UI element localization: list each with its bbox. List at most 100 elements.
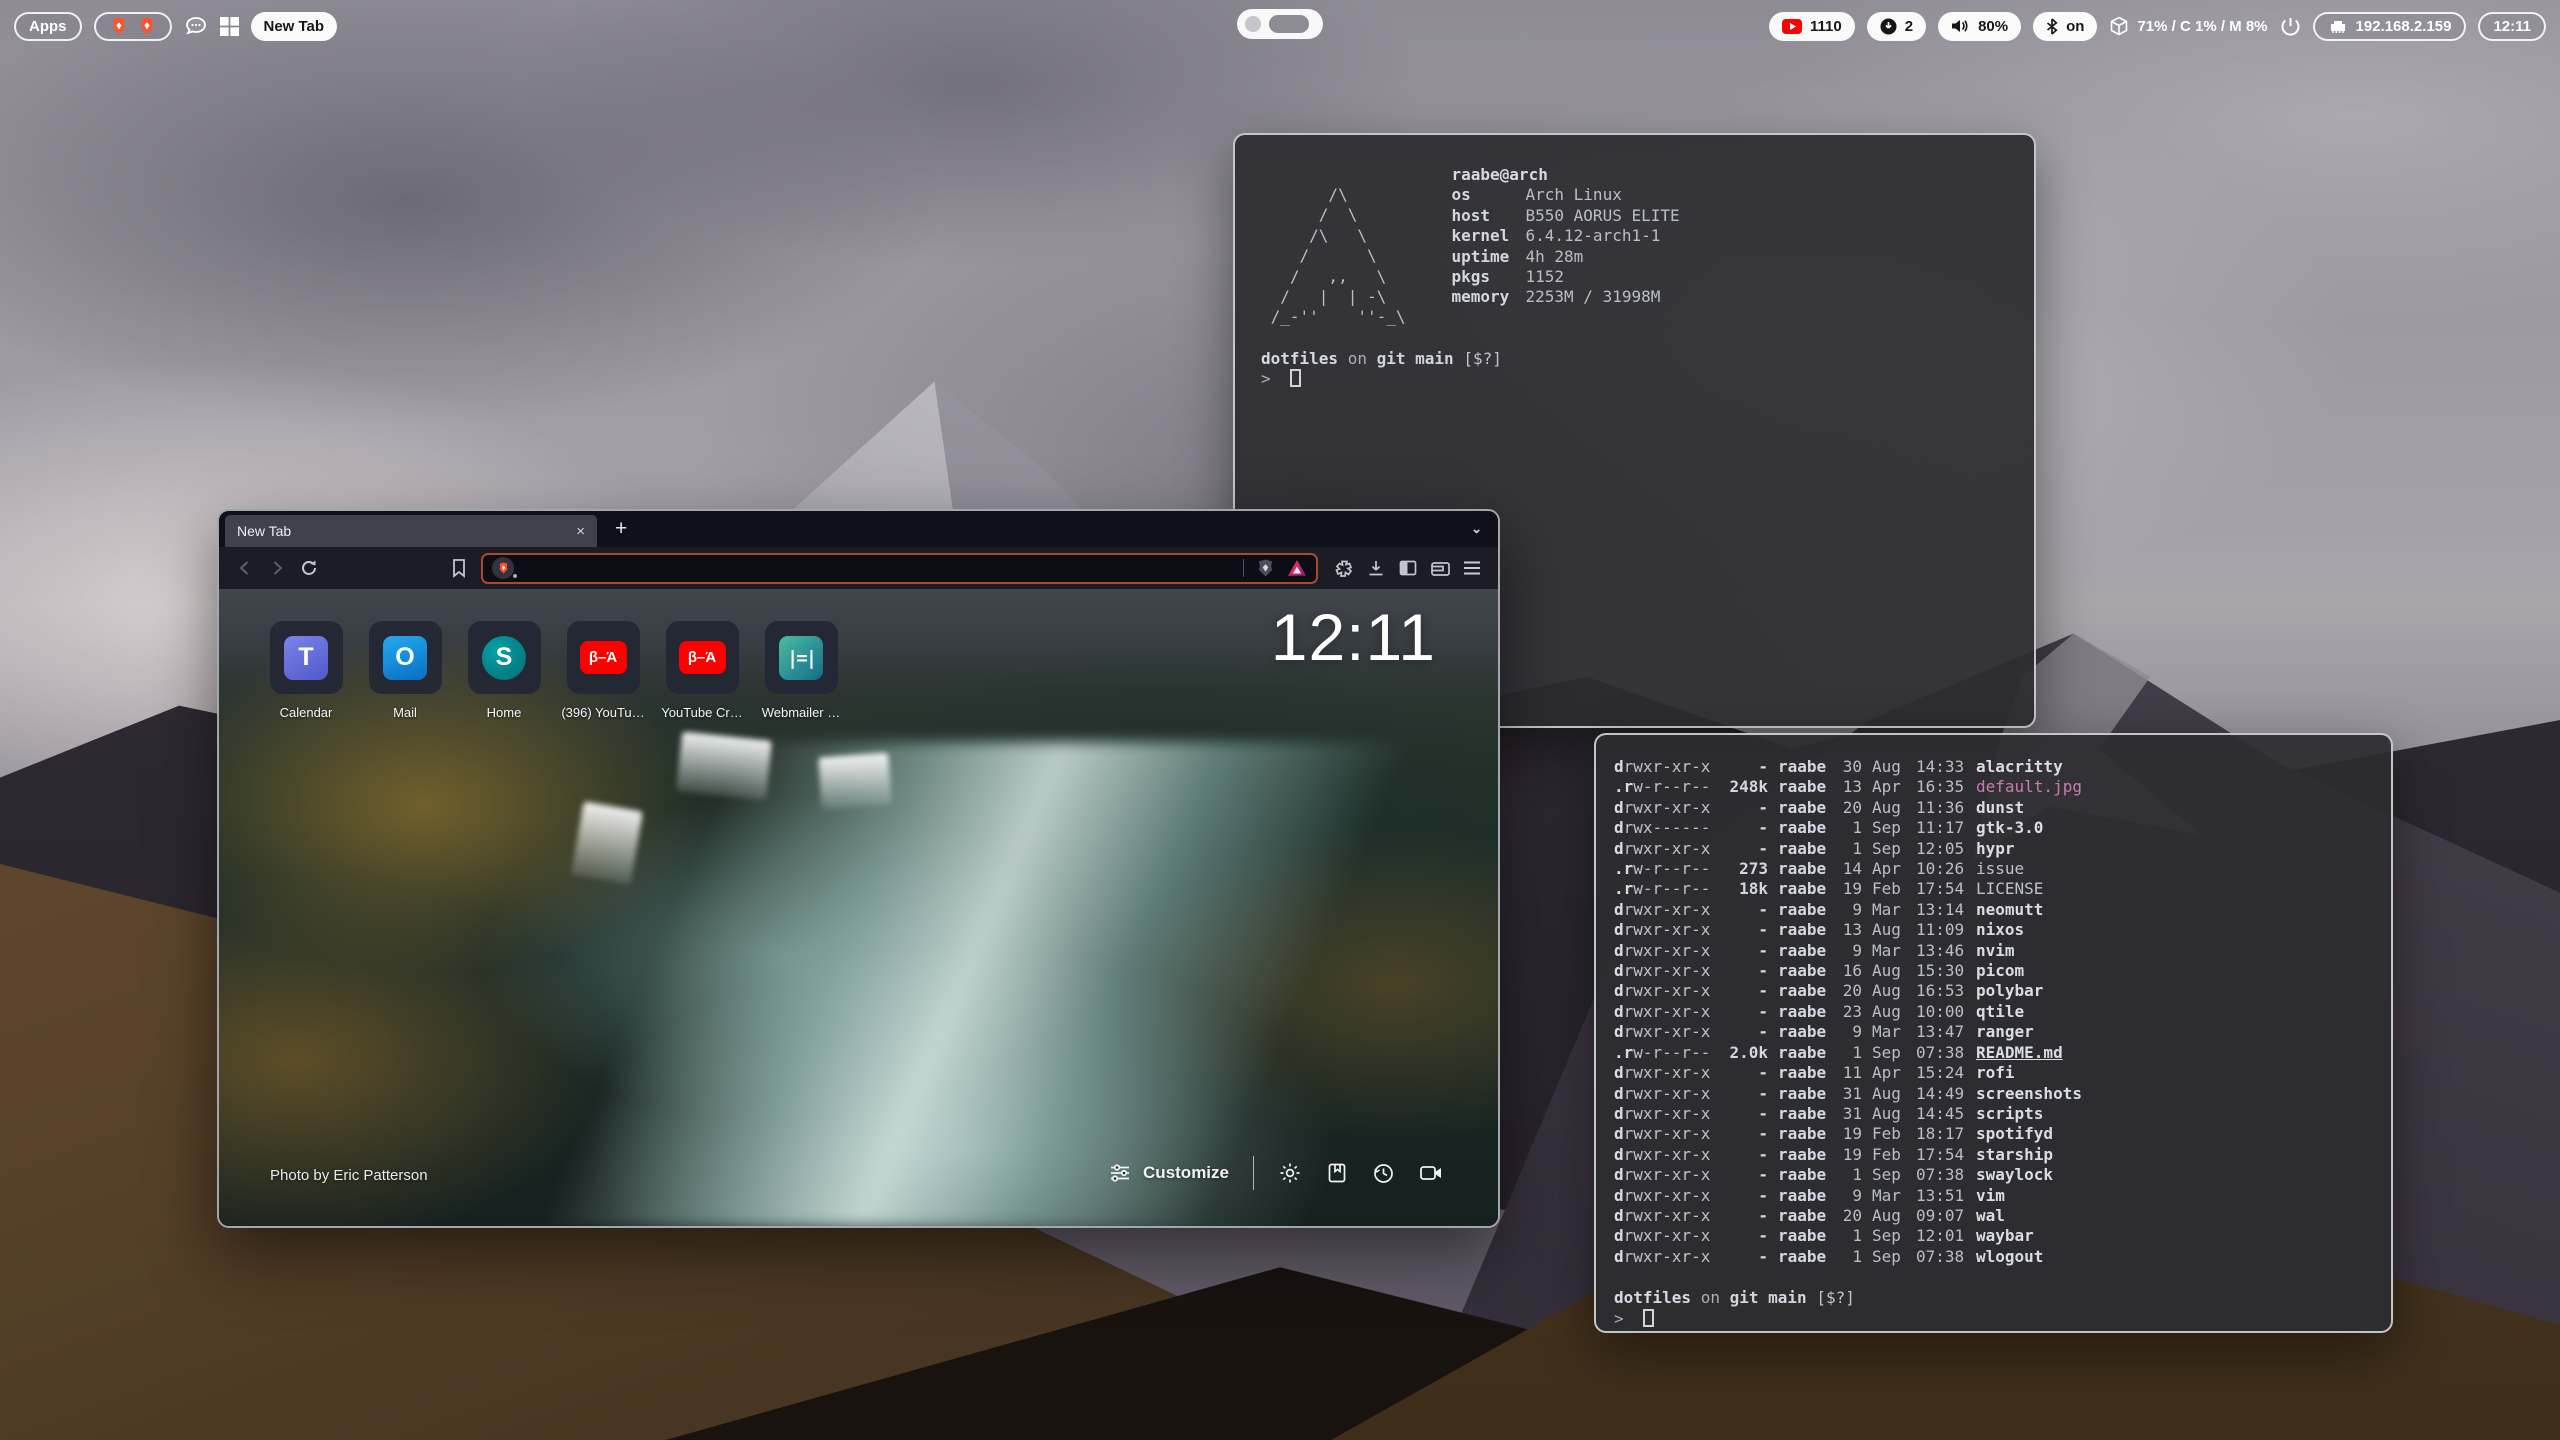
fetch-info: raabe@arch os Arch Linux host B550 AORUS… (1452, 165, 1680, 328)
ethernet-icon (2328, 18, 2348, 34)
fetch-output: /\ / \ /\ \ / \ / ,, \ / | | -\ /_-'' ''… (1261, 165, 2008, 328)
new-tab-button[interactable]: + (597, 517, 645, 541)
shortcut-label: (396) YouTu… (561, 705, 644, 720)
all-tabs-menu-button[interactable]: ⌄ (1455, 521, 1498, 537)
fetch-user-host: raabe@arch (1452, 165, 1680, 185)
forward-button[interactable] (261, 552, 293, 584)
shortcut-tile[interactable]: |=| Webmailer … (758, 621, 844, 720)
badge-dot (513, 574, 517, 578)
updates-module[interactable]: 2 (1867, 12, 1926, 41)
brave-app-icon[interactable] (137, 16, 157, 36)
arch-ascii-logo: /\ / \ /\ \ / \ / ,, \ / | | -\ /_-'' ''… (1261, 185, 1406, 328)
back-button[interactable] (229, 552, 261, 584)
file-row: .rw-r--r-- 248k raabe 13 Apr 16:35 defau… (1614, 777, 2373, 797)
file-row: drwxr-xr-x - raabe 1 Sep 07:38 wlogout (1614, 1247, 2373, 1267)
shortcut-tile[interactable]: β–Ά YouTube Cr… (659, 621, 745, 720)
file-row: drwxr-xr-x - raabe 9 Mar 13:46 nvim (1614, 941, 2373, 961)
shortcut-site-icon: O (383, 636, 427, 680)
settings-gear-icon[interactable] (1278, 1161, 1302, 1185)
terminal-window-files[interactable]: drwxr-xr-x - raabe 30 Aug 14:33 alacritt… (1594, 733, 2393, 1333)
shell-prompt: dotfiles on git main [$?] > (1261, 349, 2008, 390)
power-button[interactable] (2280, 16, 2301, 37)
new-tab-clock: 12:11 (1271, 599, 1436, 675)
shortcut-label: Webmailer … (762, 705, 841, 720)
bluetooth-module[interactable]: on (2033, 12, 2097, 41)
shell-prompt: dotfiles on git main [$?] > (1614, 1288, 2373, 1329)
active-window-title[interactable]: New Tab (251, 12, 338, 41)
file-row: drwxr-xr-x - raabe 19 Feb 17:54 starship (1614, 1145, 2373, 1165)
workspace-active-pill[interactable] (1269, 15, 1309, 33)
photo-waterfall (677, 731, 773, 800)
shortcut-site-icon: S (482, 636, 526, 680)
downloads-icon[interactable] (1360, 552, 1392, 584)
file-row: drwxr-xr-x - raabe 1 Sep 07:38 swaylock (1614, 1165, 2373, 1185)
prompt-caret: > (1261, 369, 1271, 388)
photo-credit[interactable]: Photo by Eric Patterson (270, 1167, 428, 1184)
brave-app-icon[interactable] (109, 16, 129, 36)
shortcut-site-icon: β–Ά (679, 641, 726, 674)
fetch-info-list: os Arch Linux host B550 AORUS ELITE kern… (1452, 185, 1680, 307)
shortcut-label: Home (487, 705, 522, 720)
fetch-info-line: host B550 AORUS ELITE (1452, 206, 1680, 226)
workspace-indicator[interactable] (1237, 9, 1323, 39)
file-row: drwxr-xr-x - raabe 20 Aug 11:36 dunst (1614, 798, 2373, 818)
fetch-info-line: os Arch Linux (1452, 185, 1680, 205)
shortcut-site-icon: |=| (779, 636, 823, 680)
terminal-cursor (1643, 1309, 1654, 1327)
extensions-icon[interactable] (1328, 552, 1360, 584)
tab-close-button[interactable]: × (576, 523, 585, 540)
apps-button[interactable]: Apps (14, 12, 82, 41)
taskbar-brave-group[interactable] (94, 12, 172, 41)
fetch-info-line: pkgs 1152 (1452, 267, 1680, 287)
shortcut-label: Calendar (280, 705, 333, 720)
file-row: .rw-r--r-- 273 raabe 14 Apr 10:26 issue (1614, 859, 2373, 879)
customize-button[interactable]: Customize (1109, 1163, 1229, 1183)
package-cube-icon (2109, 16, 2129, 36)
file-row: drwxr-xr-x - raabe 20 Aug 16:53 polybar (1614, 981, 2373, 1001)
shortcut-site-icon: β–Ά (580, 641, 627, 674)
file-row: drwxr-xr-x - raabe 11 Apr 15:24 rofi (1614, 1063, 2373, 1083)
video-camera-icon[interactable] (1419, 1163, 1444, 1183)
fetch-info-line: memory 2253M / 31998M (1452, 287, 1680, 307)
youtube-module[interactable]: 1110 (1769, 12, 1855, 41)
network-module[interactable]: 192.168.2.159 (2313, 12, 2467, 41)
shortcut-tile[interactable]: S Home (461, 621, 547, 720)
brave-shields-icon[interactable] (1256, 558, 1275, 578)
browser-window[interactable]: New Tab × + ⌄ (217, 509, 1500, 1228)
brave-rewards-bat-icon[interactable] (1287, 559, 1307, 577)
network-ip: 192.168.2.159 (2356, 18, 2452, 35)
system-stats-module: 71% / C 1% / M 8% (2109, 16, 2267, 36)
bookmark-icon[interactable] (443, 552, 475, 584)
bookmarks-book-icon[interactable] (1326, 1162, 1348, 1184)
workspace-dot[interactable] (1245, 16, 1261, 32)
shortcut-grid: T Calendar O Mail S Home (263, 621, 844, 720)
file-row: drwxr-xr-x - raabe 30 Aug 14:33 alacritt… (1614, 757, 2373, 777)
file-row: .rw-r--r-- 18k raabe 19 Feb 17:54 LICENS… (1614, 879, 2373, 899)
shortcut-tile[interactable]: β–Ά (396) YouTu… (560, 621, 646, 720)
windows-tray-icon[interactable] (220, 17, 239, 36)
wallet-icon[interactable] (1424, 552, 1456, 584)
sidebar-icon[interactable] (1392, 552, 1424, 584)
chat-tray-icon[interactable] (184, 14, 208, 38)
bluetooth-icon (2046, 18, 2058, 35)
menu-icon[interactable] (1456, 552, 1488, 584)
tab-title: New Tab (237, 523, 568, 539)
shortcut-tile[interactable]: T Calendar (263, 621, 349, 720)
bluetooth-state: on (2066, 18, 2084, 35)
brave-shields-badge-icon[interactable] (492, 557, 514, 579)
fetch-info-line: kernel 6.4.12-arch1-1 (1452, 226, 1680, 246)
photo-waterfall (818, 752, 891, 809)
bottom-bar-separator (1253, 1156, 1254, 1190)
prompt-git-status: [$?] (1816, 1288, 1855, 1307)
system-stats-text: 71% / C 1% / M 8% (2137, 18, 2267, 35)
file-row: drwxr-xr-x - raabe 1 Sep 12:01 waybar (1614, 1226, 2373, 1246)
file-row: drwxr-xr-x - raabe 1 Sep 12:05 hypr (1614, 839, 2373, 859)
history-clock-icon[interactable] (1372, 1162, 1395, 1185)
prompt-git-branch: git main (1377, 349, 1454, 368)
volume-module[interactable]: 80% (1938, 12, 2021, 41)
tab-new-tab[interactable]: New Tab × (225, 515, 597, 547)
clock-module[interactable]: 12:11 (2478, 12, 2546, 41)
reload-button[interactable] (293, 552, 325, 584)
shortcut-tile[interactable]: O Mail (362, 621, 448, 720)
url-bar[interactable] (481, 553, 1318, 584)
